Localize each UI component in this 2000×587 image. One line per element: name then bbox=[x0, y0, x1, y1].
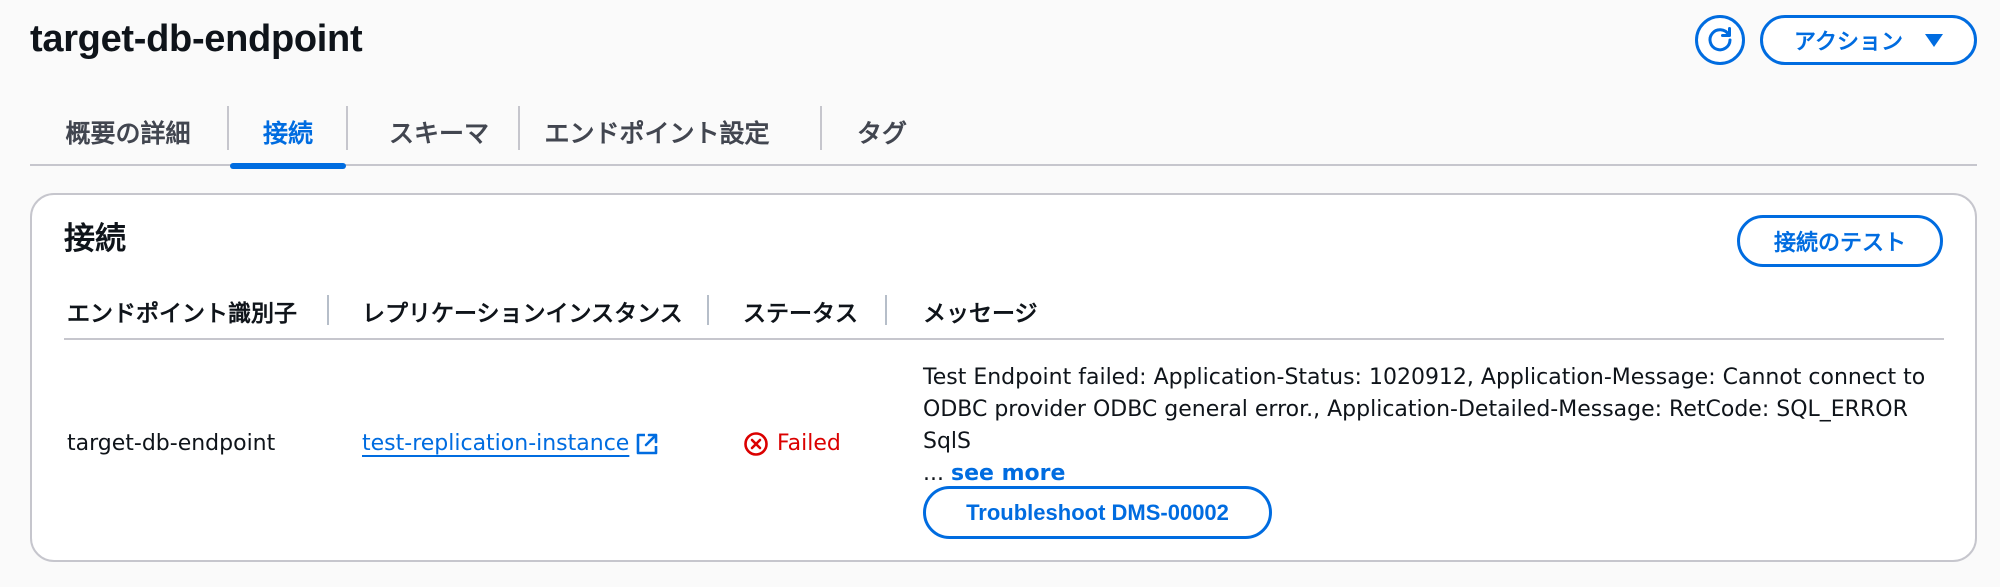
actions-label: アクション bbox=[1794, 29, 1903, 54]
column-header-replication-instance: レプリケーションインスタンス bbox=[362, 301, 683, 327]
message-cell: Test Endpoint failed: Application-Status… bbox=[923, 362, 1933, 490]
tab-tags[interactable]: タグ bbox=[842, 98, 922, 166]
see-more-link[interactable]: see more bbox=[951, 461, 1065, 486]
endpoint-detail-page: target-db-endpoint アクション 概要の詳細 接続 スキーマ エ… bbox=[0, 0, 2000, 587]
column-resizer[interactable] bbox=[885, 295, 887, 325]
column-header-status: ステータス bbox=[743, 301, 858, 327]
message-line: Test Endpoint failed: Application-Status… bbox=[923, 365, 1926, 390]
external-link-icon bbox=[637, 433, 658, 455]
tab-divider bbox=[820, 106, 822, 150]
status-indicator: Failed bbox=[743, 428, 841, 460]
replication-instance-label: test-replication-instance bbox=[362, 431, 630, 456]
actions-dropdown-button[interactable]: アクション bbox=[1760, 15, 1977, 65]
caret-down-icon bbox=[1924, 33, 1943, 47]
troubleshoot-button[interactable]: Troubleshoot DMS-00002 bbox=[923, 486, 1272, 539]
column-header-endpoint-id: エンドポイント識別子 bbox=[67, 301, 297, 327]
endpoint-id-cell: target-db-endpoint bbox=[67, 431, 276, 456]
error-circle-icon bbox=[744, 432, 768, 456]
tab-divider bbox=[227, 106, 229, 150]
table-header-divider bbox=[64, 338, 1944, 340]
tab-endpoint-settings[interactable]: エンドポイント設定 bbox=[536, 98, 778, 166]
replication-instance-link[interactable]: test-replication-instance bbox=[362, 428, 659, 460]
status-text: Failed bbox=[777, 431, 841, 456]
page-title: target-db-endpoint bbox=[30, 18, 363, 60]
tab-schema[interactable]: スキーマ bbox=[363, 98, 515, 166]
message-line: ODBC provider ODBC general error., Appli… bbox=[923, 397, 1908, 454]
column-header-message: メッセージ bbox=[923, 301, 1038, 327]
tab-divider bbox=[518, 106, 520, 150]
connection-panel: 接続 接続のテスト エンドポイント識別子 レプリケーションインスタンス ステータ… bbox=[30, 193, 1977, 562]
tab-bar: 概要の詳細 接続 スキーマ エンドポイント設定 タグ bbox=[30, 98, 1977, 169]
tab-connection[interactable]: 接続 bbox=[230, 98, 346, 169]
test-connection-button[interactable]: 接続のテスト bbox=[1737, 215, 1943, 267]
column-resizer[interactable] bbox=[707, 295, 709, 325]
refresh-icon bbox=[1708, 27, 1732, 52]
replication-instance-cell: test-replication-instance bbox=[362, 428, 659, 460]
status-cell: Failed bbox=[743, 428, 841, 467]
tab-overview[interactable]: 概要の詳細 bbox=[46, 98, 210, 166]
tab-divider bbox=[346, 106, 348, 150]
column-resizer[interactable] bbox=[327, 295, 329, 325]
message-ellipsis: ... bbox=[923, 461, 944, 486]
refresh-button[interactable] bbox=[1695, 15, 1745, 65]
connection-panel-title: 接続 bbox=[64, 221, 126, 257]
